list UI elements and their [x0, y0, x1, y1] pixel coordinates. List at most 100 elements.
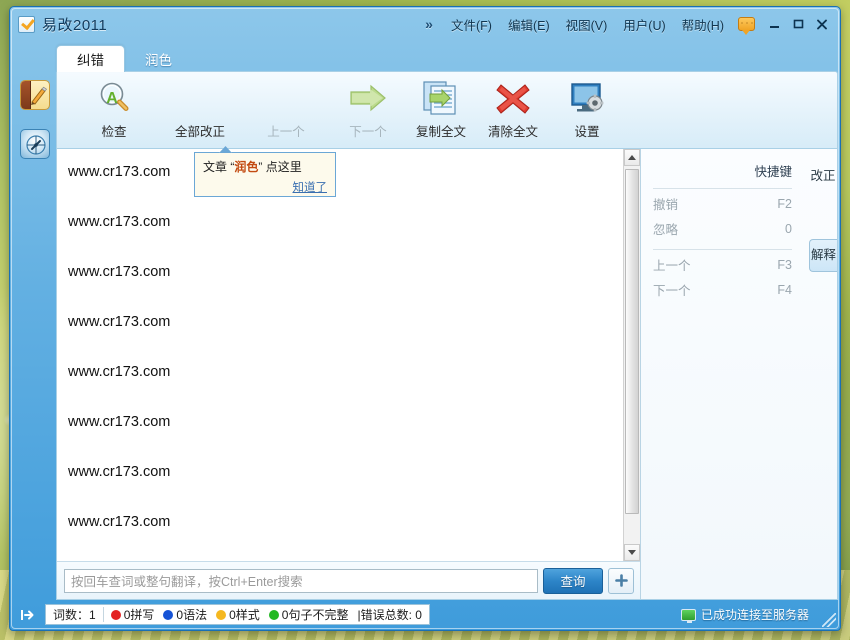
app-icon: [18, 15, 35, 33]
notebook-pencil-icon[interactable]: [20, 80, 50, 110]
expand-panel-icon[interactable]: [17, 606, 37, 624]
dot-spelling-icon: [110, 609, 121, 620]
vertical-tab-bar: 改正 解释: [804, 149, 837, 599]
svg-text:A: A: [106, 90, 118, 107]
red-cross-icon: [493, 77, 533, 119]
menu-edit[interactable]: 编辑(E): [500, 12, 558, 37]
editor-line: www.cr173.com: [68, 214, 171, 230]
tab-jiucuo[interactable]: 纠错: [56, 45, 125, 72]
dot-style-icon: [216, 609, 227, 620]
vtab-explain[interactable]: 解释: [809, 239, 837, 272]
connection-status: 已成功连接至服务器: [680, 606, 831, 623]
arrow-right-icon: [345, 77, 391, 119]
titlebar: 易改2011 » 文件(F) 编辑(E) 视图(V) 用户(U) 帮助(H): [10, 7, 840, 41]
stat-grammar: 0语法: [163, 606, 207, 623]
resize-grip[interactable]: [822, 613, 836, 627]
menu-file[interactable]: 文件(F): [443, 12, 500, 37]
statusbar: 词数： 1 0拼写 0语法 0样式 0句子不完整 |错误总数: 0 已成功连接至…: [11, 600, 839, 629]
chevron-double-right-icon[interactable]: »: [421, 17, 443, 31]
editor-line: www.cr173.com: [68, 364, 171, 380]
divider: [653, 188, 792, 189]
stat-spelling-label: 0拼写: [123, 608, 155, 622]
stat-spelling: 0拼写: [110, 606, 155, 623]
shortcut-label-undo: 撤销: [653, 198, 679, 212]
editor-line: www.cr173.com: [68, 314, 171, 330]
copy-document-icon: [420, 77, 462, 119]
editor-line: www.cr173.com: [68, 464, 171, 480]
stat-grammar-label: 0语法: [176, 608, 208, 622]
connection-status-label: 已成功连接至服务器: [700, 608, 809, 622]
menu-help[interactable]: 帮助(H): [674, 12, 732, 37]
shortcut-row-ignore[interactable]: 忽略 0: [653, 216, 792, 241]
minimize-button[interactable]: [762, 14, 786, 34]
magnifier-a-icon: A: [94, 77, 134, 119]
dot-grammar-icon: [163, 609, 174, 620]
menu-user[interactable]: 用户(U): [615, 12, 673, 37]
close-button[interactable]: [810, 14, 834, 34]
stat-style: 0样式: [216, 606, 260, 623]
toolbar-button-check[interactable]: A 检查: [71, 77, 157, 145]
shortcut-key-ignore: 0: [785, 221, 792, 236]
toolbar-button-next-label: 下一个: [349, 125, 387, 139]
tab-jiucuo-label: 纠错: [77, 53, 104, 68]
text-editor[interactable]: www.cr173.com www.cr173.com www.cr173.co…: [57, 149, 640, 561]
shortcut-list: 快捷键 撤销 F2 忽略 0 上一个 F3 下一个 F4: [641, 149, 804, 599]
editor-scrollbar[interactable]: [623, 149, 640, 561]
tooltip-prefix: 文章 “: [203, 160, 235, 174]
editor-line: www.cr173.com: [68, 164, 171, 180]
editor-panel: www.cr173.com www.cr173.com www.cr173.co…: [57, 149, 641, 599]
compass-icon[interactable]: [20, 129, 50, 159]
shortcut-row-next[interactable]: 下一个 F4: [653, 277, 792, 302]
stat-style-label: 0样式: [229, 608, 260, 622]
shortcut-label-ignore: 忽略: [653, 223, 679, 237]
toolbar-button-check-label: 检查: [101, 125, 127, 139]
dot-incomplete-icon: [268, 609, 279, 620]
error-total-label: |错误总数: 0: [357, 608, 422, 622]
search-input[interactable]: 按回车查词或整句翻译，按Ctrl+Enter搜索: [64, 568, 538, 593]
scroll-up-button[interactable]: [624, 149, 640, 166]
toolbar-button-clear-all-label: 清除全文: [487, 125, 538, 139]
shortcut-key-undo: F2: [777, 196, 792, 211]
window-title: 易改2011: [42, 16, 108, 34]
tab-bar: 纠错 润色: [56, 45, 192, 72]
shortcut-row-undo[interactable]: 撤销 F2: [653, 191, 792, 216]
toolbar: A 检查 全部改正 上一个 下一个 复制全文 清除全文 设置 文章 “润色” 点…: [56, 71, 838, 197]
toolbar-button-previous[interactable]: 上一个: [243, 77, 329, 145]
toolbar-button-settings-label: 设置: [574, 125, 600, 139]
plus-icon[interactable]: [608, 567, 634, 594]
shortcut-panel-title: 快捷键: [754, 165, 792, 179]
editor-line: www.cr173.com: [68, 264, 171, 280]
scrollbar-thumb[interactable]: [625, 169, 639, 514]
divider: [102, 607, 104, 622]
content-area: www.cr173.com www.cr173.com www.cr173.co…: [56, 148, 838, 600]
search-placeholder: 按回车查词或整句翻译，按Ctrl+Enter搜索: [71, 575, 303, 589]
tooltip-text: 文章 “润色” 点这里: [203, 158, 327, 175]
stat-incomplete-label: 0句子不完整: [281, 608, 349, 622]
tab-runse[interactable]: 润色: [125, 45, 192, 72]
toolbar-button-settings[interactable]: 设置: [544, 77, 630, 145]
status-info-box: 词数： 1 0拼写 0语法 0样式 0句子不完整 |错误总数: 0: [45, 604, 430, 625]
stat-incomplete: 0句子不完整: [268, 606, 349, 623]
search-button[interactable]: 查询: [543, 567, 603, 594]
monitor-icon: [680, 608, 696, 623]
shortcut-label-previous: 上一个: [653, 259, 691, 273]
tooltip-highlight: 润色: [234, 160, 259, 174]
scroll-down-button[interactable]: [624, 544, 640, 561]
maximize-button[interactable]: [786, 14, 810, 34]
editor-line: www.cr173.com: [68, 514, 171, 530]
tooltip-dismiss-link[interactable]: 知道了: [203, 179, 328, 195]
shortcut-label-next: 下一个: [653, 284, 691, 298]
tooltip-callout: 文章 “润色” 点这里 知道了: [194, 146, 336, 197]
shortcut-row-previous[interactable]: 上一个 F3: [653, 252, 792, 277]
tooltip-suffix: ” 点这里: [258, 160, 302, 174]
menu-view[interactable]: 视图(V): [558, 12, 616, 37]
vtab-correct[interactable]: 改正: [809, 161, 837, 192]
toolbar-button-previous-label: 上一个: [267, 125, 305, 139]
message-bubble-icon[interactable]: [738, 17, 755, 35]
word-count-value: 1: [89, 607, 96, 622]
word-count-label: 词数：: [53, 608, 90, 622]
editor-line: www.cr173.com: [68, 414, 171, 430]
toolbar-button-fix-all[interactable]: 全部改正: [157, 77, 243, 145]
shortcut-key-next: F4: [777, 282, 792, 297]
titlebar-right-group: » 文件(F) 编辑(E) 视图(V) 用户(U) 帮助(H): [421, 12, 840, 37]
